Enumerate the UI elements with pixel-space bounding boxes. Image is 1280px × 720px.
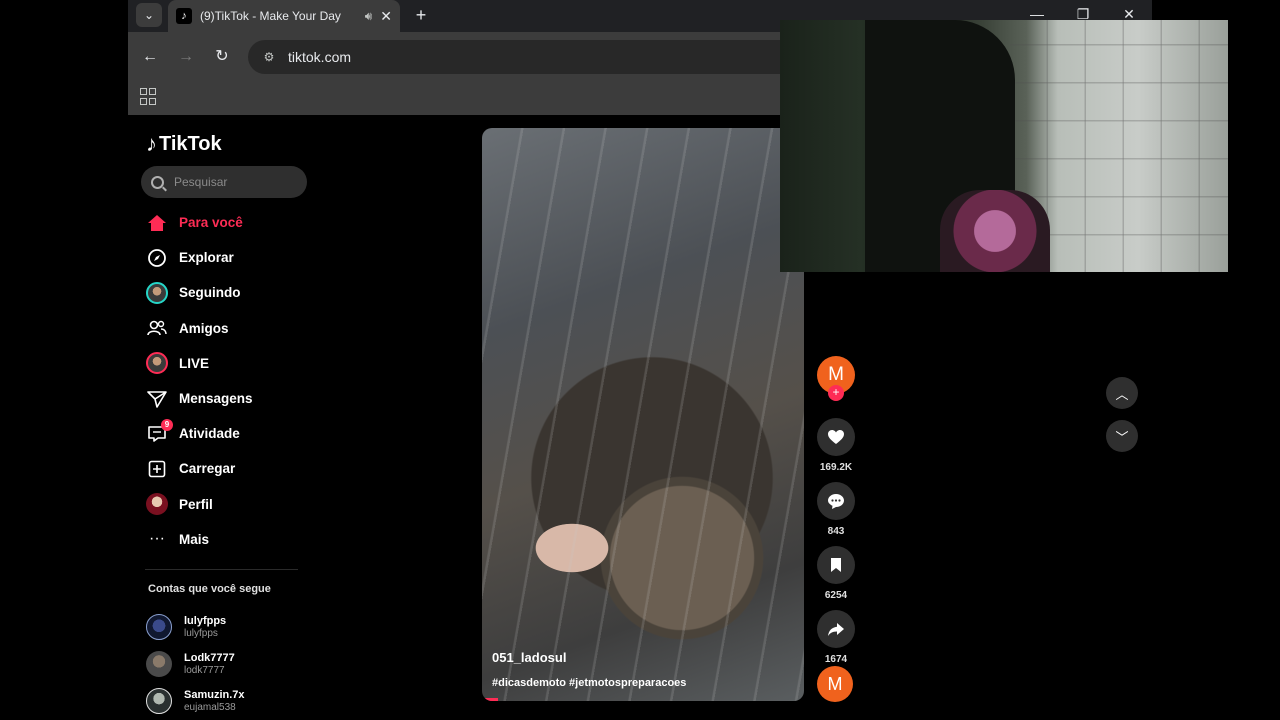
search-box[interactable] — [141, 166, 307, 198]
home-icon — [145, 211, 169, 235]
nav-label: Seguindo — [179, 285, 241, 301]
heart-icon[interactable] — [817, 418, 855, 456]
nav-label: LIVE — [179, 355, 210, 371]
more-icon: ··· — [149, 530, 165, 548]
nav-label: Atividade — [179, 426, 240, 442]
nav-item-perfil[interactable]: Perfil — [145, 487, 345, 522]
save-action: 6254 — [817, 546, 857, 601]
nav-item-carregar[interactable]: Carregar — [145, 451, 345, 486]
tiktok-logo[interactable]: ♪ TikTok — [146, 131, 222, 157]
share-action: 1674 — [817, 610, 857, 665]
nav-item-atividade[interactable]: 9 Atividade — [145, 416, 345, 451]
chevron-down-icon: ﹀ — [1115, 429, 1129, 445]
tiktok-icon: ♪ — [176, 8, 192, 24]
avatar — [146, 687, 172, 714]
nav-item-seguindo[interactable]: Seguindo — [145, 275, 345, 310]
save-count: 6254 — [824, 590, 848, 601]
nav-label: Para você — [179, 215, 243, 231]
comment-action: 843 — [817, 482, 857, 537]
url-text[interactable]: tiktok.com — [288, 49, 351, 65]
tab-search-button[interactable]: ⌄ — [136, 3, 162, 27]
video-frame — [482, 128, 804, 701]
next-video-button[interactable]: ﹀ — [1106, 420, 1138, 452]
account-name: lulyfpps — [184, 614, 227, 627]
comment-icon[interactable] — [817, 482, 855, 520]
account-handle: lulyfpps — [184, 627, 218, 639]
previous-video-button[interactable]: ︿ — [1106, 377, 1138, 409]
account-handle: lodk7777 — [184, 664, 225, 676]
music-initial: M — [827, 673, 843, 694]
account-name: Lodk7777 — [184, 651, 235, 664]
avatar — [146, 650, 172, 677]
music-disc[interactable]: M — [817, 666, 853, 702]
nav-label: Perfil — [179, 496, 213, 512]
notification-badge: 9 — [161, 418, 173, 431]
nav-label: Explorar — [179, 250, 234, 266]
forward-arrow-icon[interactable]: → — [174, 45, 198, 69]
profile-avatar — [145, 492, 169, 516]
follow-plus-icon[interactable]: + — [828, 385, 844, 401]
video-caption: 051_ladosul #dicasdemoto #jetmotosprepar… — [492, 650, 686, 689]
like-action: 169.2K — [817, 418, 857, 473]
nav-label: Mais — [179, 531, 210, 547]
webcam-cloth — [940, 190, 1050, 272]
send-icon — [145, 387, 169, 411]
browser-tab[interactable]: ♪ (9)TikTok - Make Your Day 🔊︎ ✕ — [168, 0, 400, 32]
upload-icon — [145, 457, 169, 481]
chevron-down-icon: ⌄ — [143, 8, 155, 22]
share-count: 1674 — [824, 654, 848, 665]
search-input[interactable] — [174, 175, 294, 189]
search-icon — [151, 175, 164, 189]
nav-item-amigos[interactable]: Amigos — [145, 311, 345, 346]
like-count: 169.2K — [819, 462, 853, 473]
author-initial: M — [828, 364, 844, 385]
account-handle: eujamal538 — [184, 701, 236, 713]
divider — [145, 569, 298, 570]
action-bar: M + 169.2K 843 6254 1674 — [817, 356, 857, 665]
nav-label: Amigos — [179, 320, 229, 336]
comment-count: 843 — [827, 526, 845, 537]
tab-title: (9)TikTok - Make Your Day — [200, 9, 341, 23]
new-tab-button[interactable]: + — [410, 4, 432, 26]
apps-grid-icon[interactable] — [140, 88, 158, 106]
bookmark-icon[interactable] — [817, 546, 855, 584]
inbox-icon: 9 — [145, 418, 173, 446]
nav-item-mais[interactable]: ··· Mais — [145, 522, 345, 557]
video-progress-bar[interactable] — [482, 698, 499, 701]
reload-icon[interactable]: ↻ — [210, 45, 234, 69]
account-name: Samuzin.7x — [184, 688, 245, 701]
compass-icon — [145, 246, 169, 270]
following-title: Contas que você segue — [148, 583, 271, 595]
nav-label: Carregar — [179, 461, 236, 477]
video-hashtags[interactable]: #dicasdemoto #jetmotospreparacoes — [492, 677, 686, 689]
speaker-icon[interactable]: 🔊︎ — [365, 9, 373, 24]
site-info-icon[interactable]: ⚙ — [258, 46, 280, 68]
nav-item-para-voce[interactable]: Para você — [145, 205, 345, 240]
nav-label: Mensagens — [179, 391, 253, 407]
chevron-up-icon: ︿ — [1115, 386, 1129, 402]
logo-text: TikTok — [159, 132, 222, 155]
author-avatar[interactable]: M + — [817, 356, 855, 401]
sidebar: ♪ TikTok Para você Explorar Segui — [128, 115, 368, 720]
nav-item-live[interactable]: LIVE — [145, 346, 345, 381]
share-icon[interactable] — [817, 610, 855, 648]
live-avatar — [145, 351, 169, 375]
following-account[interactable]: Samuzin.7x eujamal538 — [146, 682, 245, 719]
following-account[interactable]: Lodk7777 lodk7777 — [146, 645, 245, 682]
tiktok-note-icon: ♪ — [146, 131, 157, 156]
back-arrow-icon[interactable]: ← — [138, 45, 162, 69]
following-account[interactable]: lulyfpps lulyfpps — [146, 608, 245, 645]
main-nav: Para você Explorar Seguindo Amigos LIVE … — [145, 205, 345, 557]
following-avatar — [145, 281, 169, 305]
video-player[interactable]: 051_ladosul #dicasdemoto #jetmotosprepar… — [482, 128, 804, 701]
following-list: lulyfpps lulyfpps Lodk7777 lodk7777 Samuzi… — [146, 608, 245, 719]
nav-item-explorar[interactable]: Explorar — [145, 240, 345, 275]
webcam-overlay — [780, 20, 1228, 272]
video-author[interactable]: 051_ladosul — [492, 650, 686, 665]
close-tab-icon[interactable]: ✕ — [380, 8, 392, 25]
nav-item-mensagens[interactable]: Mensagens — [145, 381, 345, 416]
avatar — [146, 613, 172, 640]
friends-icon — [145, 316, 169, 340]
